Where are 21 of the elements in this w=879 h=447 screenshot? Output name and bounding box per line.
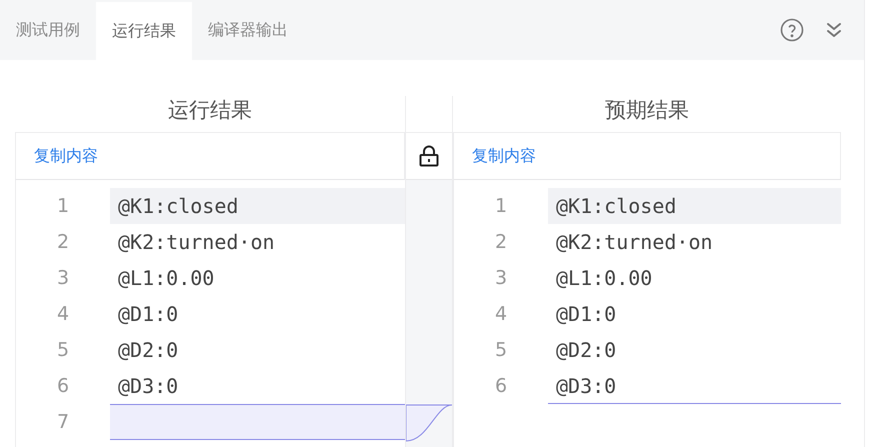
- tab[interactable]: 运行结果: [96, 2, 192, 60]
- tab[interactable]: 编译器输出: [192, 0, 304, 60]
- line-number: 7: [56, 410, 70, 435]
- tab[interactable]: 测试用例: [0, 0, 96, 60]
- line-number: 2: [56, 230, 70, 255]
- line-number: 3: [494, 266, 508, 291]
- pane-title: 运行结果: [167, 97, 253, 124]
- pane-title: 预期结果: [604, 97, 690, 124]
- line-number: 4: [494, 302, 508, 327]
- line-number: 5: [494, 338, 508, 363]
- copy-link[interactable]: 复制内容: [34, 146, 98, 166]
- line-number: 1: [494, 194, 508, 219]
- line-number: 6: [494, 374, 508, 399]
- line-number: 2: [494, 230, 508, 255]
- copy-link[interactable]: 复制内容: [472, 146, 536, 166]
- line-number: 1: [56, 194, 70, 219]
- lock-icon[interactable]: [419, 145, 439, 167]
- line-number: 5: [56, 338, 70, 363]
- line-number: 3: [56, 266, 70, 291]
- line-number: 4: [56, 302, 70, 327]
- line-number: 6: [56, 374, 70, 399]
